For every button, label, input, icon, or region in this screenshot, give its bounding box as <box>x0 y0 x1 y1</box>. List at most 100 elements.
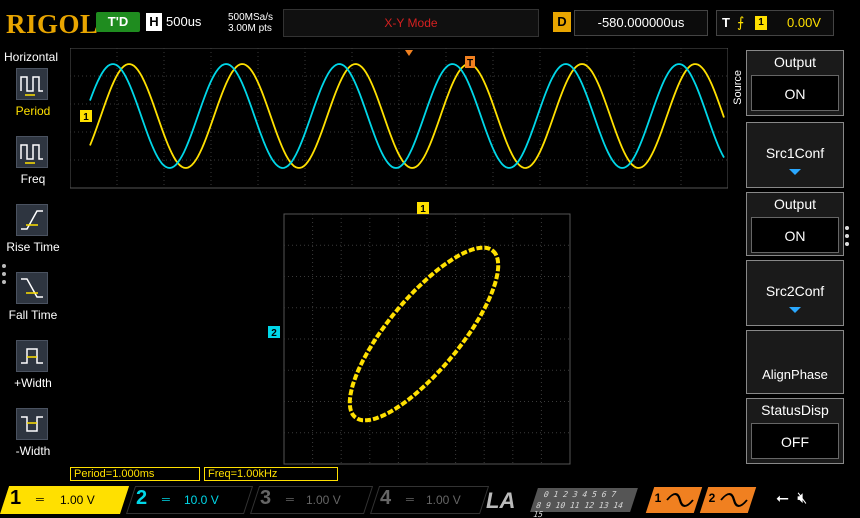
measure-label: Rise Time <box>6 240 60 254</box>
frequency-icon <box>16 136 48 168</box>
dc-coupling-icon: ═ <box>36 494 44 506</box>
delay-badge: D <box>553 12 571 32</box>
ch1-status[interactable]: 1 ═ 1.00 V <box>0 486 130 514</box>
period-icon <box>16 68 48 100</box>
waveform-display[interactable]: T 1 1 2 <box>70 48 728 466</box>
measurement-bar: Period=1.000ms Freq=1.00kHz <box>70 467 730 481</box>
dc-coupling-icon: ═ <box>162 494 170 506</box>
system-icons: ⭠ 🔇︎ <box>776 490 807 508</box>
run-state-badge[interactable]: T'D <box>96 12 140 32</box>
trigger-level: 0.00V <box>787 15 821 30</box>
sample-rate: 500MSa/s <box>228 12 274 23</box>
delay-value[interactable]: -580.000000us <box>574 10 708 36</box>
menu-title: Horizontal <box>4 50 59 64</box>
horizontal-badge: H <box>146 13 162 31</box>
ch3-number: 3 <box>260 487 272 509</box>
source-softkey-menu: Source Output ON Src1Conf Output ON Src2… <box>732 48 860 468</box>
submenu-arrow-icon <box>789 169 801 175</box>
output1-button[interactable]: Output ON <box>746 50 844 116</box>
softkey-value: OFF <box>751 423 839 459</box>
sine-wave-icon <box>666 493 694 507</box>
softkey-label: Src2Conf <box>765 283 825 299</box>
ch3-scale: 1.00 V <box>306 493 341 507</box>
period-measurement[interactable]: Period=1.000ms <box>70 467 200 481</box>
measure-label: Fall Time <box>8 308 58 322</box>
ch4-scale: 1.00 V <box>426 493 461 507</box>
scope-graph: T 1 1 2 <box>70 48 728 465</box>
freq-measurement[interactable]: Freq=1.00kHz <box>204 467 338 481</box>
softkey-head: StatusDisp <box>761 402 829 418</box>
output2-button[interactable]: Output ON <box>746 192 844 256</box>
measure-label: Freq <box>20 172 46 186</box>
rise-time-icon <box>16 204 48 236</box>
source1-number: 1 <box>654 491 662 505</box>
dc-coupling-icon: ═ <box>406 494 414 506</box>
ch2-status[interactable]: 2 ═ 10.0 V <box>126 486 254 514</box>
ch2-offset-marker: 2 <box>271 328 277 339</box>
measure-freq[interactable]: Freq <box>0 136 66 198</box>
trigger-channel: 1 <box>755 16 767 30</box>
src2conf-button[interactable]: Src2Conf <box>746 260 844 326</box>
source2-number: 2 <box>708 491 716 505</box>
measure-fall-time[interactable]: Fall Time <box>0 272 66 334</box>
la-bits-top: 0 1 2 3 4 5 6 7 <box>542 490 618 499</box>
sine-wave-icon <box>720 493 748 507</box>
mute-icon[interactable]: 🔇︎ <box>797 490 807 507</box>
xy-grid <box>283 213 571 465</box>
source-menu-label: Source <box>732 70 744 105</box>
trigger-badge: T <box>722 15 730 30</box>
brand-logo: RIGOL <box>6 9 99 39</box>
la-label[interactable]: LA <box>486 488 515 514</box>
src1conf-button[interactable]: Src1Conf <box>746 122 844 188</box>
alignphase-button[interactable]: AlignPhase <box>746 330 844 394</box>
ch4-status[interactable]: 4 ═ 1.00 V <box>370 486 490 514</box>
softkey-value: ON <box>751 75 839 111</box>
ch4-number: 4 <box>380 487 392 509</box>
fall-time-icon <box>16 272 48 304</box>
sample-info: 500MSa/s 3.00M pts <box>228 12 273 34</box>
positive-width-icon <box>16 340 48 372</box>
ch1-offset-marker: 1 <box>83 112 89 123</box>
statusdisp-button[interactable]: StatusDisp OFF <box>746 398 844 464</box>
dc-coupling-icon: ═ <box>286 494 294 506</box>
channel-bar: 1 ═ 1.00 V 2 ═ 10.0 V 3 ═ 1.00 V 4 ═ 1.0… <box>0 484 860 518</box>
trigger-status[interactable]: T ⨍ 1 0.00V <box>716 10 834 36</box>
source2-tab[interactable]: 2 <box>699 487 757 513</box>
measure-label: -Width <box>15 444 51 458</box>
softkey-head: Output <box>773 54 817 70</box>
submenu-arrow-icon <box>789 307 801 313</box>
measure-label: +Width <box>14 376 52 390</box>
top-status-bar: RIGOL T'D H 500us 500MSa/s 3.00M pts X-Y… <box>0 0 860 48</box>
ch3-status[interactable]: 3 ═ 1.00 V <box>250 486 374 514</box>
mode-indicator: X-Y Mode <box>283 9 539 37</box>
measure-period[interactable]: Period <box>0 68 66 130</box>
ch1-number: 1 <box>10 487 22 509</box>
source1-tab[interactable]: 1 <box>645 487 703 513</box>
ch1-waveform <box>89 63 725 169</box>
ch2-number: 2 <box>136 487 148 509</box>
softkey-value: ON <box>751 217 839 253</box>
trigger-marker: T <box>467 58 473 69</box>
timebase-value[interactable]: 500us <box>166 14 201 29</box>
measure-menu: Horizontal Period Freq Rise Time Fall Ti… <box>0 48 66 468</box>
measure-negative-width[interactable]: -Width <box>0 408 66 470</box>
xy-lissajous-trace <box>347 245 501 423</box>
trigger-position-marker[interactable] <box>405 50 413 56</box>
la-channel-grid[interactable]: 0 1 2 3 4 5 6 7 8 9 10 11 12 13 14 15 <box>530 488 638 518</box>
usb-icon[interactable]: ⭠ <box>776 490 789 507</box>
measure-positive-width[interactable]: +Width <box>0 340 66 402</box>
scroll-indicator <box>845 226 849 246</box>
negative-width-icon <box>16 408 48 440</box>
softkey-head: Output <box>773 196 817 212</box>
scroll-indicator <box>2 264 6 288</box>
ch2-waveform <box>89 63 725 169</box>
rising-edge-icon: ⨍ <box>737 14 745 30</box>
xy-x-marker: 1 <box>420 204 426 215</box>
measure-label: Period <box>15 104 51 118</box>
softkey-label: Src1Conf <box>765 145 825 161</box>
ch1-scale: 1.00 V <box>60 493 95 507</box>
ch2-scale: 10.0 V <box>184 493 219 507</box>
la-bits-bottom: 8 9 10 11 12 13 14 15 <box>531 501 625 518</box>
softkey-label: AlignPhase <box>762 367 828 382</box>
measure-rise-time[interactable]: Rise Time <box>0 204 66 266</box>
